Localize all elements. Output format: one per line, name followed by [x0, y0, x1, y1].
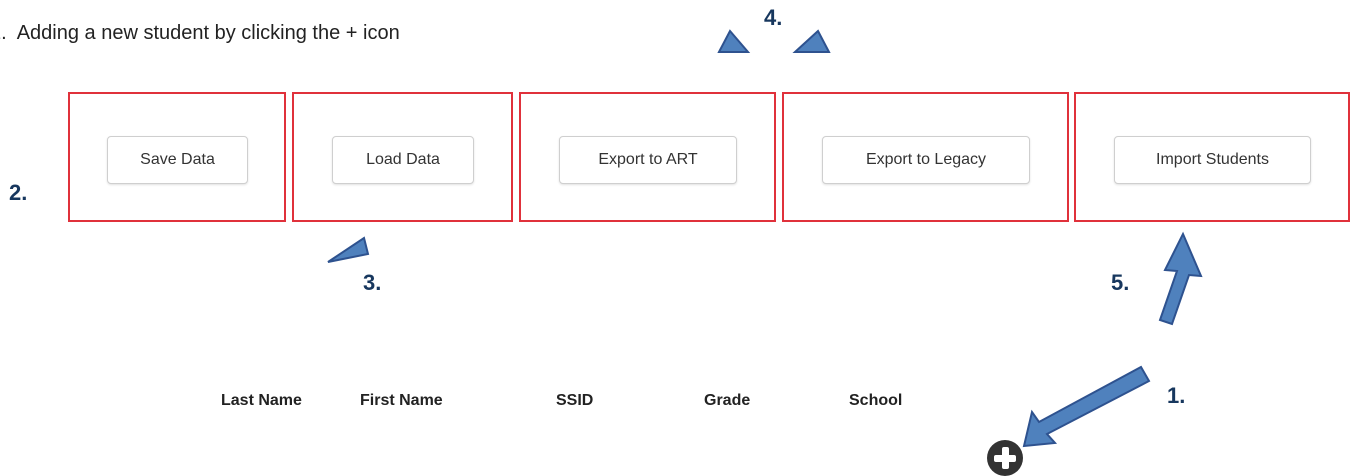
instruction-caption: 1. Adding a new student by clicking the … — [0, 22, 400, 44]
step-label-4: 4. — [764, 5, 783, 30]
column-header-school: School — [849, 392, 903, 409]
arrow-step-5 — [1158, 231, 1203, 326]
column-header-first-name: First Name — [360, 392, 443, 409]
import-students-button[interactable]: Import Students — [1114, 136, 1311, 184]
export-to-art-button[interactable]: Export to ART — [559, 136, 737, 184]
arrow-step-3 — [327, 236, 370, 263]
column-header-grade: Grade — [704, 392, 751, 409]
save-data-button[interactable]: Save Data — [107, 136, 248, 184]
export-to-legacy-button[interactable]: Export to Legacy — [822, 136, 1030, 184]
arrow-step-4-left — [717, 29, 751, 53]
add-student-plus-icon[interactable] — [987, 440, 1023, 476]
step-label-5: 5. — [1111, 270, 1130, 295]
arrow-step-4-right — [792, 29, 831, 53]
column-header-ssid: SSID — [556, 392, 594, 409]
arrow-step-1 — [1022, 365, 1151, 448]
column-header-last-name: Last Name — [221, 392, 302, 409]
step-label-2: 2. — [9, 180, 28, 205]
step-label-1: 1. — [1167, 383, 1186, 408]
step-label-3: 3. — [363, 270, 382, 295]
annotation-arrows — [327, 29, 1203, 448]
load-data-button[interactable]: Load Data — [332, 136, 474, 184]
